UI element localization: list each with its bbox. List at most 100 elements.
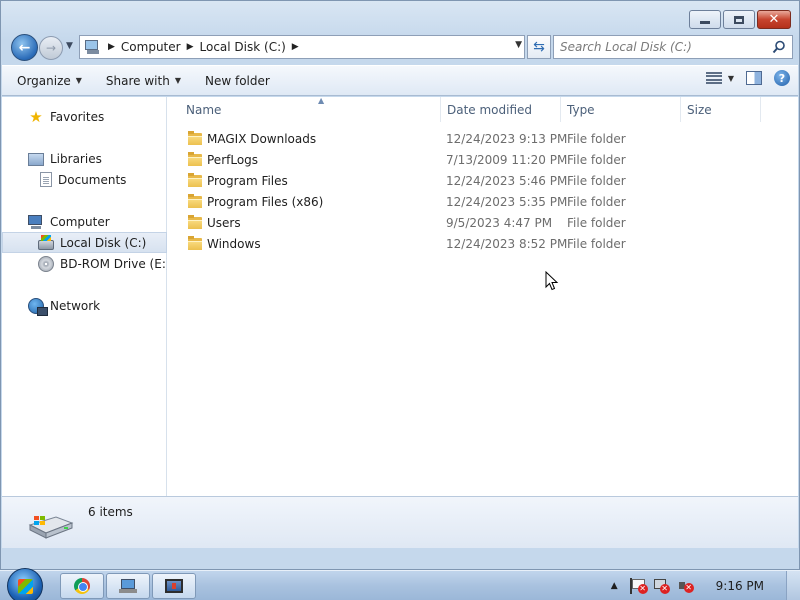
chevron-down-icon: ▼ xyxy=(174,76,181,85)
file-row[interactable]: MAGIX Downloads 12/24/2023 9:13 PM File … xyxy=(168,128,760,149)
file-name: MAGIX Downloads xyxy=(207,131,317,146)
column-header-date-modified[interactable]: Date modified xyxy=(441,97,561,122)
maximize-button[interactable] xyxy=(723,10,755,29)
file-type: File folder xyxy=(567,173,626,188)
network-icon xyxy=(28,297,48,316)
network-status-icon[interactable] xyxy=(653,578,670,594)
column-label: Type xyxy=(567,102,595,117)
column-header-type[interactable]: Type xyxy=(561,97,681,122)
file-name: Program Files xyxy=(207,173,288,188)
breadcrumb-computer[interactable]: Computer xyxy=(121,40,181,54)
show-desktop-button[interactable] xyxy=(786,571,800,600)
explorer-window: ✕ ← → ▼ ▶ Computer ▶ Local Disk (C:) ▶ ▼… xyxy=(0,0,800,570)
nav-item-label: BD-ROM Drive (E:) v xyxy=(60,256,167,271)
media-app-icon xyxy=(165,579,183,593)
back-button[interactable]: ← xyxy=(11,34,38,61)
file-type: File folder xyxy=(567,131,626,146)
breadcrumb-separator-icon[interactable]: ▶ xyxy=(187,42,194,52)
folder-icon xyxy=(188,215,202,229)
nav-item-favorites[interactable]: ★ Favorites xyxy=(2,106,167,127)
forward-button[interactable]: → xyxy=(39,36,63,60)
star-icon: ★ xyxy=(29,107,43,126)
nav-item-network[interactable]: Network xyxy=(2,295,167,316)
view-options-chevron-icon[interactable]: ▼ xyxy=(728,74,734,83)
nav-item-label: Local Disk (C:) xyxy=(60,235,147,250)
maximize-icon xyxy=(734,15,744,24)
folder-icon xyxy=(188,236,202,250)
details-pane: 6 items xyxy=(2,496,798,548)
nav-item-bd-rom[interactable]: BD-ROM Drive (E:) v xyxy=(2,253,167,274)
hard-drive-icon xyxy=(38,234,54,250)
taskbar-chrome-button[interactable] xyxy=(60,573,104,599)
taskbar-media-app-button[interactable] xyxy=(152,573,196,599)
organize-button[interactable]: Organize ▼ xyxy=(2,69,91,93)
share-with-button[interactable]: Share with ▼ xyxy=(91,69,190,93)
column-headers: Name ▲ Date modified Type Size xyxy=(168,96,798,122)
file-row[interactable]: Users 9/5/2023 4:47 PM File folder xyxy=(168,212,760,233)
preview-pane-icon[interactable] xyxy=(746,71,762,85)
action-center-icon[interactable] xyxy=(629,578,648,594)
system-tray: ▲ 9:16 PM xyxy=(611,571,800,600)
command-bar: Organize ▼ Share with ▼ New folder ▼ ? xyxy=(2,65,798,96)
chevron-down-icon: ▼ xyxy=(75,76,82,85)
volume-icon[interactable] xyxy=(678,578,694,594)
column-label: Name xyxy=(186,102,222,117)
mouse-cursor-icon xyxy=(545,271,559,291)
minimize-button[interactable] xyxy=(689,10,721,29)
file-type: File folder xyxy=(567,236,626,251)
address-dropdown-icon[interactable]: ▼ xyxy=(515,40,522,50)
caption-buttons: ✕ xyxy=(689,10,791,29)
nav-item-computer[interactable]: Computer xyxy=(2,211,167,232)
arrow-left-icon: ← xyxy=(18,39,31,56)
close-button[interactable]: ✕ xyxy=(757,10,791,29)
file-date: 12/24/2023 9:13 PM xyxy=(446,131,568,146)
chevron-down-icon: ▼ xyxy=(66,41,73,51)
folder-icon xyxy=(188,173,202,187)
nav-item-label: Libraries xyxy=(50,151,102,166)
file-date: 12/24/2023 5:35 PM xyxy=(446,194,568,209)
address-bar[interactable]: ▶ Computer ▶ Local Disk (C:) ▶ ▼ xyxy=(79,35,525,59)
show-hidden-icons-icon[interactable]: ▲ xyxy=(611,581,618,591)
refresh-button[interactable]: ⇆ xyxy=(527,35,551,59)
new-folder-button[interactable]: New folder xyxy=(190,69,279,93)
recent-pages-button[interactable]: ▼ xyxy=(66,41,76,51)
file-row[interactable]: Program Files 12/24/2023 5:46 PM File fo… xyxy=(168,170,760,191)
minimize-icon xyxy=(700,21,710,24)
breadcrumb-separator-icon[interactable]: ▶ xyxy=(292,42,299,52)
breadcrumb-local-disk[interactable]: Local Disk (C:) xyxy=(200,40,286,54)
file-row[interactable]: Program Files (x86) 12/24/2023 5:35 PM F… xyxy=(168,191,760,212)
nav-item-label: Documents xyxy=(58,172,127,187)
nav-item-documents[interactable]: Documents xyxy=(2,169,167,190)
search-input[interactable] xyxy=(560,36,760,58)
item-count: 6 items xyxy=(88,505,133,519)
file-name: PerfLogs xyxy=(207,152,259,167)
nav-item-local-disk[interactable]: Local Disk (C:) xyxy=(2,232,167,253)
taskbar: ▲ 9:16 PM xyxy=(0,568,800,600)
search-icon[interactable] xyxy=(772,40,786,54)
column-header-name[interactable]: Name ▲ xyxy=(180,96,441,122)
folder-icon xyxy=(188,152,202,166)
change-view-icon[interactable] xyxy=(705,72,722,84)
refresh-icon: ⇆ xyxy=(533,39,545,55)
new-folder-label: New folder xyxy=(204,73,270,88)
file-row[interactable]: Windows 12/24/2023 8:52 PM File folder xyxy=(168,233,760,254)
taskbar-explorer-button[interactable] xyxy=(106,573,150,599)
close-icon: ✕ xyxy=(768,12,780,27)
file-date: 12/24/2023 8:52 PM xyxy=(446,236,568,251)
file-type: File folder xyxy=(567,194,626,209)
file-name: Users xyxy=(207,215,241,230)
navigation-row: ← → ▼ ▶ Computer ▶ Local Disk (C:) ▶ ▼ ⇆ xyxy=(9,34,793,61)
content-area: ★ Favorites Libraries Documents Computer… xyxy=(2,96,798,496)
column-header-size[interactable]: Size xyxy=(681,97,761,122)
help-icon[interactable]: ? xyxy=(774,70,790,86)
file-row[interactable]: PerfLogs 7/13/2009 11:20 PM File folder xyxy=(168,149,760,170)
file-type: File folder xyxy=(567,152,626,167)
optical-disc-icon xyxy=(38,255,54,272)
start-button[interactable] xyxy=(7,568,43,600)
file-type: File folder xyxy=(567,215,626,230)
computer-icon xyxy=(28,214,44,230)
clock[interactable]: 9:16 PM xyxy=(716,579,764,593)
column-label: Date modified xyxy=(447,102,533,117)
breadcrumb-separator-icon[interactable]: ▶ xyxy=(108,42,115,52)
nav-item-libraries[interactable]: Libraries xyxy=(2,148,167,169)
